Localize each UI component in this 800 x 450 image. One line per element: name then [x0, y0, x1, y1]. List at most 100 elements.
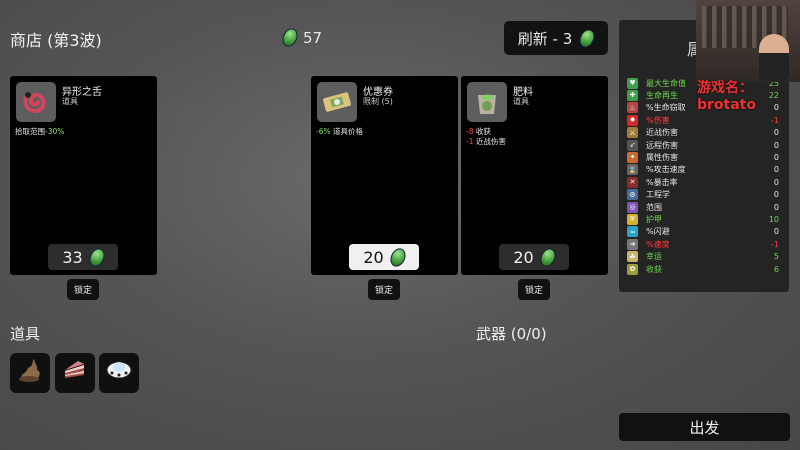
stat-row: ✦ 属性伤害 0: [627, 151, 779, 163]
stat-value: 0: [773, 165, 779, 175]
effect-label: 近战伤害: [475, 137, 506, 146]
weapons-section-title: 武器 (0/0): [476, 325, 547, 343]
melee-icon: ⚔: [627, 127, 638, 139]
stat-name: %暴击率: [646, 177, 678, 187]
currency-display: 57: [279, 25, 323, 50]
speed-icon: ➜: [627, 238, 638, 250]
shop-item-card[interactable]: 肥料 道具 -8 收获 -1 近战伤害 20: [461, 76, 608, 275]
item-effect: -8 收获 -1 近战伤害: [466, 127, 506, 147]
stat-row: ➶ 远程伤害 0: [627, 139, 779, 151]
inventory-item[interactable]: [10, 353, 50, 393]
effect-label: 道具价格: [333, 127, 363, 136]
item-effect: 拾取范围-30%: [15, 127, 64, 137]
stat-value: 10: [768, 214, 779, 224]
stat-row: ✿ 收获 6: [627, 263, 779, 275]
item-type: 道具: [513, 97, 529, 106]
item-type: 道具: [62, 97, 78, 106]
armor-icon: ⛨: [627, 213, 638, 225]
stat-value: 5: [773, 252, 779, 262]
engineering-icon: ⚙: [627, 189, 638, 201]
stat-value: 6: [773, 264, 779, 274]
stat-row: ✕ %暴击率 0: [627, 176, 779, 188]
stat-value: 0: [773, 190, 779, 200]
stat-name: %闪避: [646, 227, 670, 237]
go-button[interactable]: 出发: [619, 413, 790, 441]
currency-amount: 57: [303, 28, 323, 47]
damage-icon: ✹: [627, 114, 638, 126]
crit-icon: ✕: [627, 176, 638, 188]
regen-icon: ✚: [627, 89, 638, 101]
stat-row: ⚙ 工程学 0: [627, 189, 779, 201]
lifesteal-icon: ♨: [627, 102, 638, 114]
stat-name: %伤害: [646, 115, 670, 125]
items-section-title: 道具: [10, 325, 41, 343]
stat-value: 0: [773, 177, 779, 187]
stat-name: 远程伤害: [646, 140, 678, 150]
effect-value: -6%: [316, 127, 331, 136]
stat-name: 收获: [646, 264, 662, 274]
game-name-overlay: 游戏名：brotato: [697, 80, 756, 113]
lock-button[interactable]: 锁定: [518, 279, 550, 300]
stat-name: %速度: [646, 239, 670, 249]
shop-title: 商店 (第3波): [10, 31, 102, 50]
buy-price-button[interactable]: 33: [48, 244, 118, 270]
inventory-item[interactable]: [55, 353, 95, 393]
green-material-icon: [86, 245, 108, 269]
stat-row: ⚔ 近战伤害 0: [627, 127, 779, 139]
buy-price-button[interactable]: 20: [349, 244, 419, 270]
stat-value: 0: [773, 202, 779, 212]
stat-name: 范围: [646, 202, 662, 212]
refresh-button[interactable]: 刷新 - 3: [504, 21, 608, 55]
lock-button[interactable]: 锁定: [67, 279, 99, 300]
effect-value: -30%: [45, 127, 65, 136]
stat-value: 0: [773, 152, 779, 162]
stat-value: 0: [773, 128, 779, 138]
price-value: 20: [513, 247, 534, 267]
stat-value: -1: [771, 239, 779, 249]
green-material-icon: [279, 25, 301, 50]
fertilizer-icon: [467, 82, 507, 122]
stat-row: ⌛ %攻击速度 0: [627, 164, 779, 176]
green-material-icon: [576, 26, 598, 50]
ufo-icon: [104, 355, 134, 391]
stat-name: 护甲: [646, 214, 662, 224]
effect-value: -8: [466, 127, 474, 136]
stat-value: -1: [771, 115, 779, 125]
elemental-icon: ✦: [627, 151, 638, 163]
shop-item-card[interactable]: 优惠券 限制 (5) -6% 道具价格 20: [311, 76, 458, 275]
stat-name: 幸运: [646, 252, 662, 262]
price-value: 20: [363, 247, 384, 267]
shop-item-card[interactable]: 异形之舌 道具 拾取范围-30% 33: [10, 76, 157, 275]
lock-button[interactable]: 锁定: [368, 279, 400, 300]
buy-price-button[interactable]: 20: [499, 244, 569, 270]
range-icon: ◎: [627, 201, 638, 213]
stat-name: 属性伤害: [646, 152, 678, 162]
alien-tongue-icon: [16, 82, 56, 122]
stat-row: ⛨ 护甲 10: [627, 213, 779, 225]
luck-icon: ☘: [627, 251, 638, 263]
item-type: 限制 (5): [363, 97, 393, 106]
inventory-item[interactable]: [99, 353, 139, 393]
stat-value: 0: [773, 227, 779, 237]
green-material-icon: [537, 245, 559, 269]
webcam-overlay: [696, 0, 800, 82]
ranged-icon: ➶: [627, 139, 638, 151]
attack-speed-icon: ⌛: [627, 164, 638, 176]
effect-value: -1: [466, 137, 474, 146]
stat-row: ➜ %速度 -1: [627, 238, 779, 250]
stat-row: ☘ 幸运 5: [627, 251, 779, 263]
effect-label: 拾取范围: [15, 127, 45, 136]
stat-value: 0: [773, 140, 779, 150]
dodge-icon: ≈: [627, 226, 638, 238]
stat-name: %攻击速度: [646, 165, 686, 175]
stat-row: ≈ %闪避 0: [627, 226, 779, 238]
poop-icon: [16, 356, 44, 390]
green-material-icon: [387, 245, 409, 269]
stat-row: ◎ 范围 0: [627, 201, 779, 213]
streamer-image: [759, 34, 789, 81]
effect-label: 收获: [475, 127, 491, 136]
refresh-label: 刷新 - 3: [517, 29, 573, 48]
stat-name: 近战伤害: [646, 128, 678, 138]
heart-icon: ♥: [627, 77, 638, 89]
coupon-icon: [317, 82, 357, 122]
